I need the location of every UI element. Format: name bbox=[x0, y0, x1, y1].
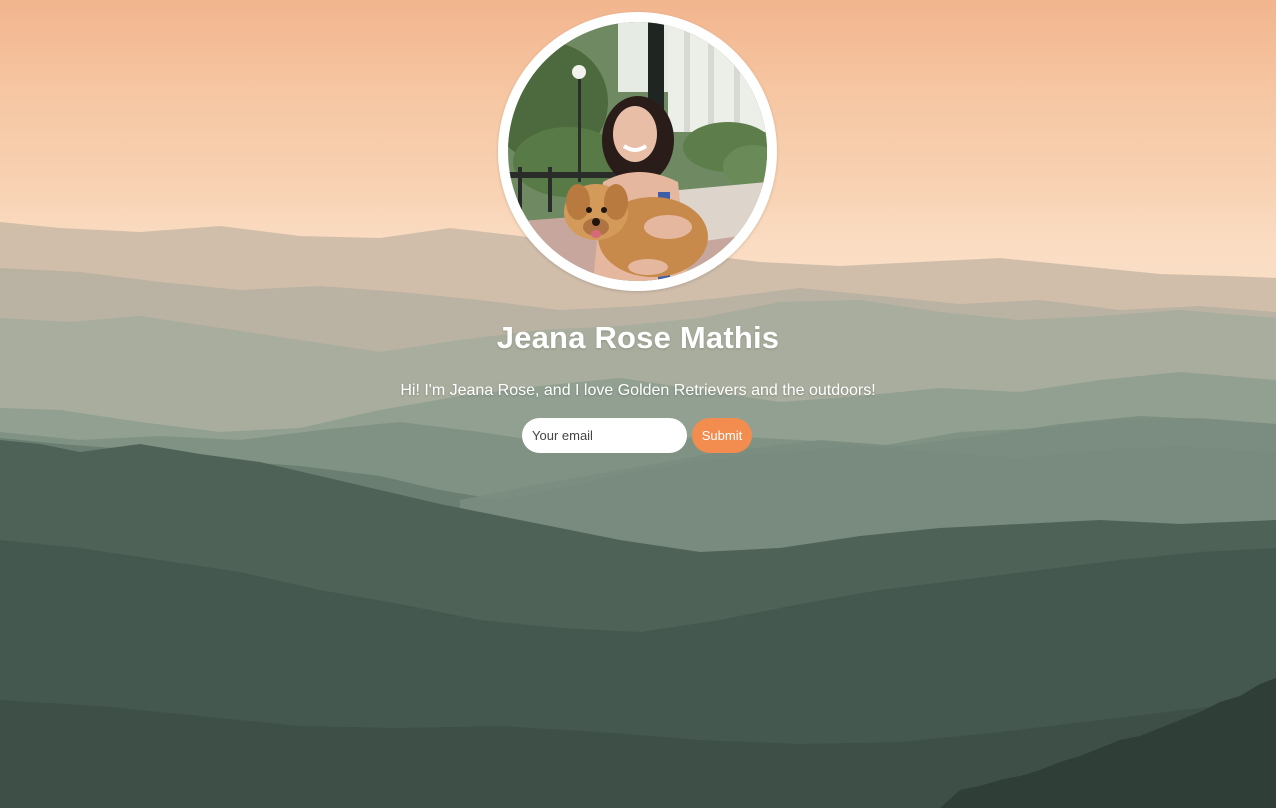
email-input[interactable] bbox=[522, 418, 687, 453]
avatar bbox=[498, 12, 777, 291]
avatar-photo bbox=[508, 22, 767, 281]
profile-photo-image bbox=[508, 22, 767, 281]
profile-card: Jeana Rose Mathis Hi! I'm Jeana Rose, an… bbox=[0, 0, 1276, 808]
profile-bio: Hi! I'm Jeana Rose, and I love Golden Re… bbox=[400, 382, 876, 399]
submit-button[interactable]: Submit bbox=[692, 418, 752, 453]
profile-name: Jeana Rose Mathis bbox=[496, 320, 780, 355]
page: Jeana Rose Mathis Hi! I'm Jeana Rose, an… bbox=[0, 0, 1276, 808]
email-signup-form: Submit bbox=[522, 418, 752, 453]
